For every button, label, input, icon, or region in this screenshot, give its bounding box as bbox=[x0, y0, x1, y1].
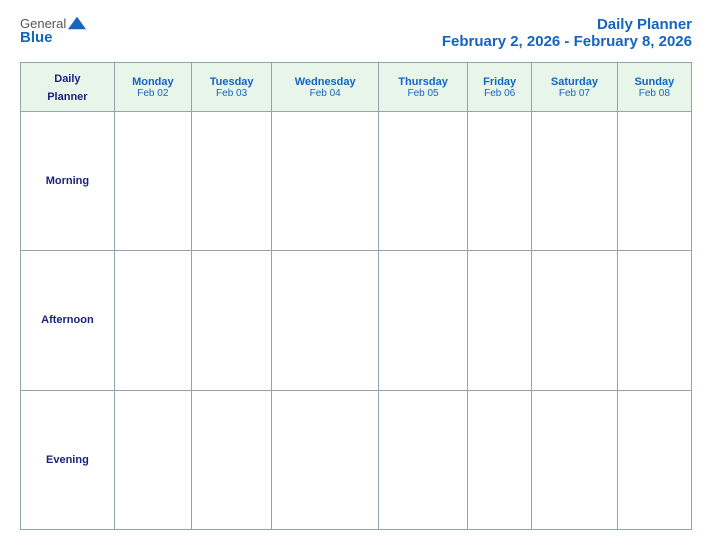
cell-morning-tuesday[interactable] bbox=[191, 112, 272, 251]
cell-evening-monday[interactable] bbox=[114, 390, 191, 529]
cell-afternoon-tuesday[interactable] bbox=[191, 251, 272, 390]
cell-evening-sunday[interactable] bbox=[617, 390, 691, 529]
cell-afternoon-thursday[interactable] bbox=[378, 251, 467, 390]
col-header-tuesday: Tuesday Feb 03 bbox=[191, 63, 272, 112]
header-title: Daily Planner February 2, 2026 - Februar… bbox=[442, 16, 692, 50]
cell-morning-monday[interactable] bbox=[114, 112, 191, 251]
cell-morning-thursday[interactable] bbox=[378, 112, 467, 251]
cell-afternoon-friday[interactable] bbox=[468, 251, 532, 390]
title-main: Daily Planner bbox=[442, 16, 692, 33]
logo: General Blue bbox=[20, 16, 86, 45]
cell-afternoon-monday[interactable] bbox=[114, 251, 191, 390]
row-label-afternoon: Afternoon bbox=[21, 251, 115, 390]
logo-icon bbox=[68, 16, 86, 30]
logo-blue-text: Blue bbox=[20, 30, 53, 45]
cell-evening-wednesday[interactable] bbox=[272, 390, 379, 529]
cell-afternoon-saturday[interactable] bbox=[532, 251, 617, 390]
cell-afternoon-sunday[interactable] bbox=[617, 251, 691, 390]
col-header-thursday: Thursday Feb 05 bbox=[378, 63, 467, 112]
cell-morning-wednesday[interactable] bbox=[272, 112, 379, 251]
cell-morning-friday[interactable] bbox=[468, 112, 532, 251]
page-header: General Blue Daily Planner February 2, 2… bbox=[20, 16, 692, 50]
header-row: DailyPlanner Monday Feb 02 Tuesday Feb 0… bbox=[21, 63, 692, 112]
col-header-saturday: Saturday Feb 07 bbox=[532, 63, 617, 112]
row-afternoon: Afternoon bbox=[21, 251, 692, 390]
logo-general-text: General bbox=[20, 17, 66, 30]
col-header-wednesday: Wednesday Feb 04 bbox=[272, 63, 379, 112]
cell-evening-friday[interactable] bbox=[468, 390, 532, 529]
col-header-monday: Monday Feb 02 bbox=[114, 63, 191, 112]
cell-evening-saturday[interactable] bbox=[532, 390, 617, 529]
row-label-morning: Morning bbox=[21, 112, 115, 251]
col-header-friday: Friday Feb 06 bbox=[468, 63, 532, 112]
row-label-evening: Evening bbox=[21, 390, 115, 529]
col-header-planner: DailyPlanner bbox=[21, 63, 115, 112]
cell-evening-thursday[interactable] bbox=[378, 390, 467, 529]
cell-morning-saturday[interactable] bbox=[532, 112, 617, 251]
cell-evening-tuesday[interactable] bbox=[191, 390, 272, 529]
cell-afternoon-wednesday[interactable] bbox=[272, 251, 379, 390]
title-date: February 2, 2026 - February 8, 2026 bbox=[442, 33, 692, 50]
row-evening: Evening bbox=[21, 390, 692, 529]
calendar-table: DailyPlanner Monday Feb 02 Tuesday Feb 0… bbox=[20, 62, 692, 530]
cell-morning-sunday[interactable] bbox=[617, 112, 691, 251]
col-header-sunday: Sunday Feb 08 bbox=[617, 63, 691, 112]
row-morning: Morning bbox=[21, 112, 692, 251]
